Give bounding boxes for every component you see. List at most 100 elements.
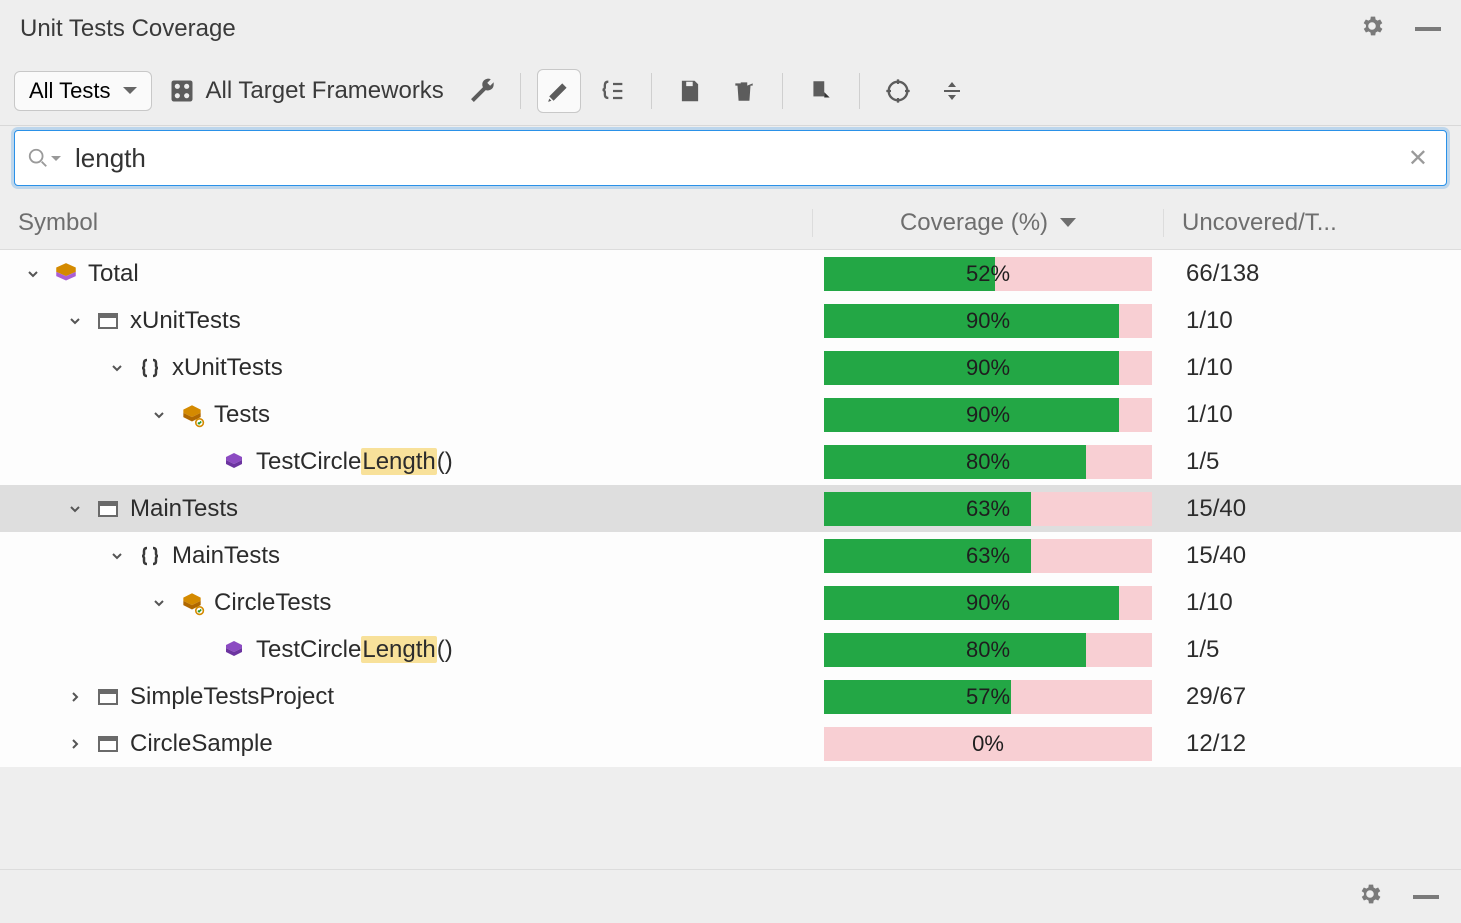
coverage-bar: 80% bbox=[824, 633, 1152, 667]
frameworks-icon bbox=[168, 77, 196, 105]
table-row[interactable]: Total52%66/138 bbox=[0, 250, 1461, 297]
symbol-label: Tests bbox=[214, 401, 270, 429]
project-icon bbox=[94, 683, 122, 711]
symbol-label: CircleTests bbox=[214, 589, 331, 617]
namespace-icon bbox=[136, 542, 164, 570]
search-icon[interactable] bbox=[27, 147, 61, 169]
coverage-cell: 0% bbox=[812, 721, 1164, 767]
coverage-cell: 80% bbox=[812, 439, 1164, 485]
coverage-cell: 80% bbox=[812, 627, 1164, 673]
scope-dropdown[interactable]: All Tests bbox=[14, 71, 152, 111]
table-row[interactable]: MainTests63%15/40 bbox=[0, 485, 1461, 532]
symbol-cell: CircleTests bbox=[0, 589, 812, 617]
method-icon bbox=[220, 636, 248, 664]
symbol-cell: TestCircleLength() bbox=[0, 448, 812, 476]
clear-search-icon[interactable]: ✕ bbox=[1402, 144, 1434, 173]
total-icon bbox=[52, 260, 80, 288]
expander-closed-icon[interactable] bbox=[64, 686, 86, 708]
save-icon[interactable] bbox=[668, 69, 712, 113]
table-row[interactable]: CircleTests90%1/10 bbox=[0, 579, 1461, 626]
table-row[interactable]: TestCircleLength()80%1/5 bbox=[0, 438, 1461, 485]
coverage-cell: 90% bbox=[812, 392, 1164, 438]
bottombar bbox=[0, 869, 1461, 923]
target-icon[interactable] bbox=[876, 69, 920, 113]
minimize-icon[interactable] bbox=[1415, 27, 1441, 31]
expander-open-icon[interactable] bbox=[148, 404, 170, 426]
table-header: Symbol Coverage (%) Uncovered/T... bbox=[0, 196, 1461, 250]
table-row[interactable]: MainTests63%15/40 bbox=[0, 532, 1461, 579]
search-input[interactable] bbox=[73, 142, 1402, 175]
separator bbox=[520, 73, 521, 109]
coverage-bar: 90% bbox=[824, 398, 1152, 432]
braces-icon[interactable] bbox=[591, 69, 635, 113]
coverage-bar: 63% bbox=[824, 492, 1152, 526]
symbol-label: xUnitTests bbox=[130, 307, 241, 335]
expander-open-icon[interactable] bbox=[64, 310, 86, 332]
class-icon bbox=[178, 589, 206, 617]
sort-desc-icon bbox=[1060, 218, 1076, 227]
expander-open-icon[interactable] bbox=[148, 592, 170, 614]
symbol-cell: TestCircleLength() bbox=[0, 636, 812, 664]
export-icon[interactable] bbox=[799, 69, 843, 113]
table-row[interactable]: xUnitTests 90%1/10 bbox=[0, 344, 1461, 391]
uncovered-cell: 1/5 bbox=[1164, 636, 1461, 664]
symbol-cell: xUnitTests bbox=[0, 354, 812, 382]
coverage-bar: 80% bbox=[824, 445, 1152, 479]
coverage-bar: 52% bbox=[824, 257, 1152, 291]
namespace-icon bbox=[136, 354, 164, 382]
uncovered-cell: 1/10 bbox=[1164, 354, 1461, 382]
coverage-cell: 63% bbox=[812, 533, 1164, 579]
symbol-cell: MainTests bbox=[0, 542, 812, 570]
gear-icon[interactable] bbox=[1357, 881, 1383, 913]
coverage-cell: 90% bbox=[812, 298, 1164, 344]
table-row[interactable]: SimpleTestsProject57%29/67 bbox=[0, 673, 1461, 720]
search-bar: ✕ bbox=[14, 130, 1447, 186]
symbol-label: TestCircleLength() bbox=[256, 636, 453, 664]
coverage-bar: 90% bbox=[824, 586, 1152, 620]
table-row[interactable]: CircleSample0%12/12 bbox=[0, 720, 1461, 767]
project-icon bbox=[94, 730, 122, 758]
table-row[interactable]: TestCircleLength() 80% 1/5 bbox=[0, 626, 1461, 673]
uncovered-cell: 12/12 bbox=[1164, 730, 1461, 758]
symbol-cell: CircleSample bbox=[0, 730, 812, 758]
coverage-bar: 57% bbox=[824, 680, 1152, 714]
separator bbox=[859, 73, 860, 109]
col-coverage[interactable]: Coverage (%) bbox=[812, 209, 1164, 237]
titlebar: Unit Tests Coverage bbox=[0, 0, 1461, 58]
project-icon bbox=[94, 307, 122, 335]
table-row[interactable]: xUnitTests90%1/10 bbox=[0, 297, 1461, 344]
symbol-cell: Tests bbox=[0, 401, 812, 429]
toolbar: All Tests All Target Frameworks bbox=[0, 58, 1461, 126]
highlight-icon[interactable] bbox=[537, 69, 581, 113]
symbol-cell: xUnitTests bbox=[0, 307, 812, 335]
col-uncovered[interactable]: Uncovered/T... bbox=[1164, 209, 1461, 237]
frameworks-dropdown[interactable]: All Target Frameworks bbox=[162, 77, 450, 105]
symbol-label: MainTests bbox=[172, 542, 280, 570]
expander-open-icon[interactable] bbox=[64, 498, 86, 520]
frameworks-label: All Target Frameworks bbox=[206, 77, 444, 105]
class-icon bbox=[178, 401, 206, 429]
minimize-icon[interactable] bbox=[1413, 895, 1439, 899]
symbol-label: xUnitTests bbox=[172, 354, 283, 382]
collapse-icon[interactable] bbox=[930, 69, 974, 113]
coverage-cell: 57% bbox=[812, 674, 1164, 720]
scope-dropdown-label: All Tests bbox=[29, 78, 111, 104]
uncovered-cell: 29/67 bbox=[1164, 683, 1461, 711]
coverage-bar: 63% bbox=[824, 539, 1152, 573]
gear-icon[interactable] bbox=[1359, 13, 1385, 45]
delete-icon[interactable] bbox=[722, 69, 766, 113]
coverage-cell: 90% bbox=[812, 580, 1164, 626]
coverage-cell: 90% bbox=[812, 345, 1164, 391]
expander-closed-icon[interactable] bbox=[64, 733, 86, 755]
uncovered-cell: 1/10 bbox=[1164, 401, 1461, 429]
col-symbol[interactable]: Symbol bbox=[0, 209, 812, 237]
titlebar-actions bbox=[1359, 13, 1441, 45]
coverage-cell: 63% bbox=[812, 486, 1164, 532]
coverage-table: Symbol Coverage (%) Uncovered/T... Total… bbox=[0, 196, 1461, 767]
table-row[interactable]: Tests 90% 1/10 bbox=[0, 391, 1461, 438]
symbol-label: MainTests bbox=[130, 495, 238, 523]
expander-open-icon[interactable] bbox=[22, 263, 44, 285]
expander-open-icon[interactable] bbox=[106, 357, 128, 379]
expander-open-icon[interactable] bbox=[106, 545, 128, 567]
wrench-icon[interactable] bbox=[460, 69, 504, 113]
